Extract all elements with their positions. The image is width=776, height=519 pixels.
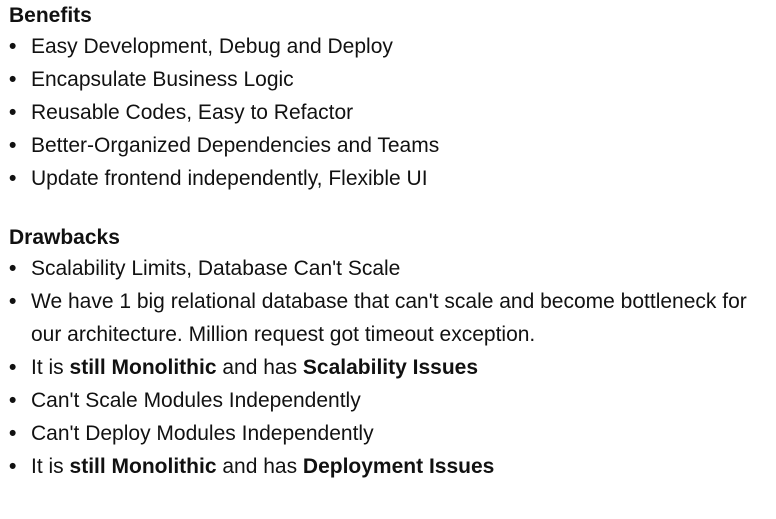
drawbacks-list: • Scalability Limits, Database Can't Scal… — [9, 252, 776, 483]
list-item: • Can't Deploy Modules Independently — [9, 417, 776, 450]
bullet-icon: • — [9, 422, 17, 445]
bullet-icon: • — [9, 389, 17, 412]
list-item-emphasis: Deployment Issues — [302, 455, 495, 478]
drawbacks-section: Drawbacks • Scalability Limits, Database … — [9, 226, 776, 483]
list-item-text: Easy Development, Debug and Deploy — [31, 35, 393, 58]
list-item: • Update frontend independently, Flexible… — [9, 162, 776, 195]
list-item: • Better-Organized Dependencies and Teams — [9, 129, 776, 162]
list-item-emphasis: Scalability Issues — [302, 356, 479, 379]
list-item: • Easy Development, Debug and Deploy — [9, 30, 776, 63]
list-item-text: Scalability Limits, Database Can't Scale — [31, 257, 401, 280]
benefits-list: • Easy Development, Debug and Deploy • Enc… — [9, 30, 776, 195]
list-item-text: Update frontend independently, Flexible … — [31, 167, 428, 190]
list-item-middle: and has — [216, 356, 303, 379]
list-item-emphasis: still Monolithic — [69, 455, 217, 478]
list-item-text: We have 1 big relational database that c… — [31, 290, 747, 346]
bullet-icon: • — [9, 455, 17, 478]
bullet-icon: • — [9, 35, 17, 58]
bullet-icon: • — [9, 257, 17, 280]
list-item-text: Encapsulate Business Logic — [31, 68, 294, 91]
list-item: • It is still Monolithic and has Deployme… — [9, 450, 776, 483]
bullet-icon: • — [9, 290, 17, 313]
bullet-icon: • — [9, 356, 17, 379]
document: Benefits • Easy Development, Debug and De… — [0, 0, 776, 483]
bullet-icon: • — [9, 167, 17, 190]
list-item-text: Can't Scale Modules Independently — [31, 389, 361, 412]
list-item-prefix: It is — [31, 356, 70, 379]
drawbacks-heading: Drawbacks — [9, 226, 120, 249]
bullet-icon: • — [9, 101, 17, 124]
list-item: • We have 1 big relational database that … — [9, 285, 771, 351]
list-item: • Reusable Codes, Easy to Refactor — [9, 96, 776, 129]
list-item-text: Can't Deploy Modules Independently — [31, 422, 374, 445]
list-item: • It is still Monolithic and has Scalabil… — [9, 351, 776, 384]
list-item: • Encapsulate Business Logic — [9, 63, 776, 96]
benefits-heading: Benefits — [9, 4, 92, 27]
bullet-icon: • — [9, 134, 17, 157]
list-item-prefix: It is — [31, 455, 70, 478]
list-item: • Scalability Limits, Database Can't Scal… — [9, 252, 776, 285]
benefits-section: Benefits • Easy Development, Debug and De… — [9, 4, 776, 195]
list-item-text: Reusable Codes, Easy to Refactor — [31, 101, 354, 124]
bullet-icon: • — [9, 68, 17, 91]
list-item-middle: and has — [216, 455, 303, 478]
list-item: • Can't Scale Modules Independently — [9, 384, 776, 417]
list-item-text: Better-Organized Dependencies and Teams — [31, 134, 440, 157]
list-item-emphasis: still Monolithic — [69, 356, 217, 379]
